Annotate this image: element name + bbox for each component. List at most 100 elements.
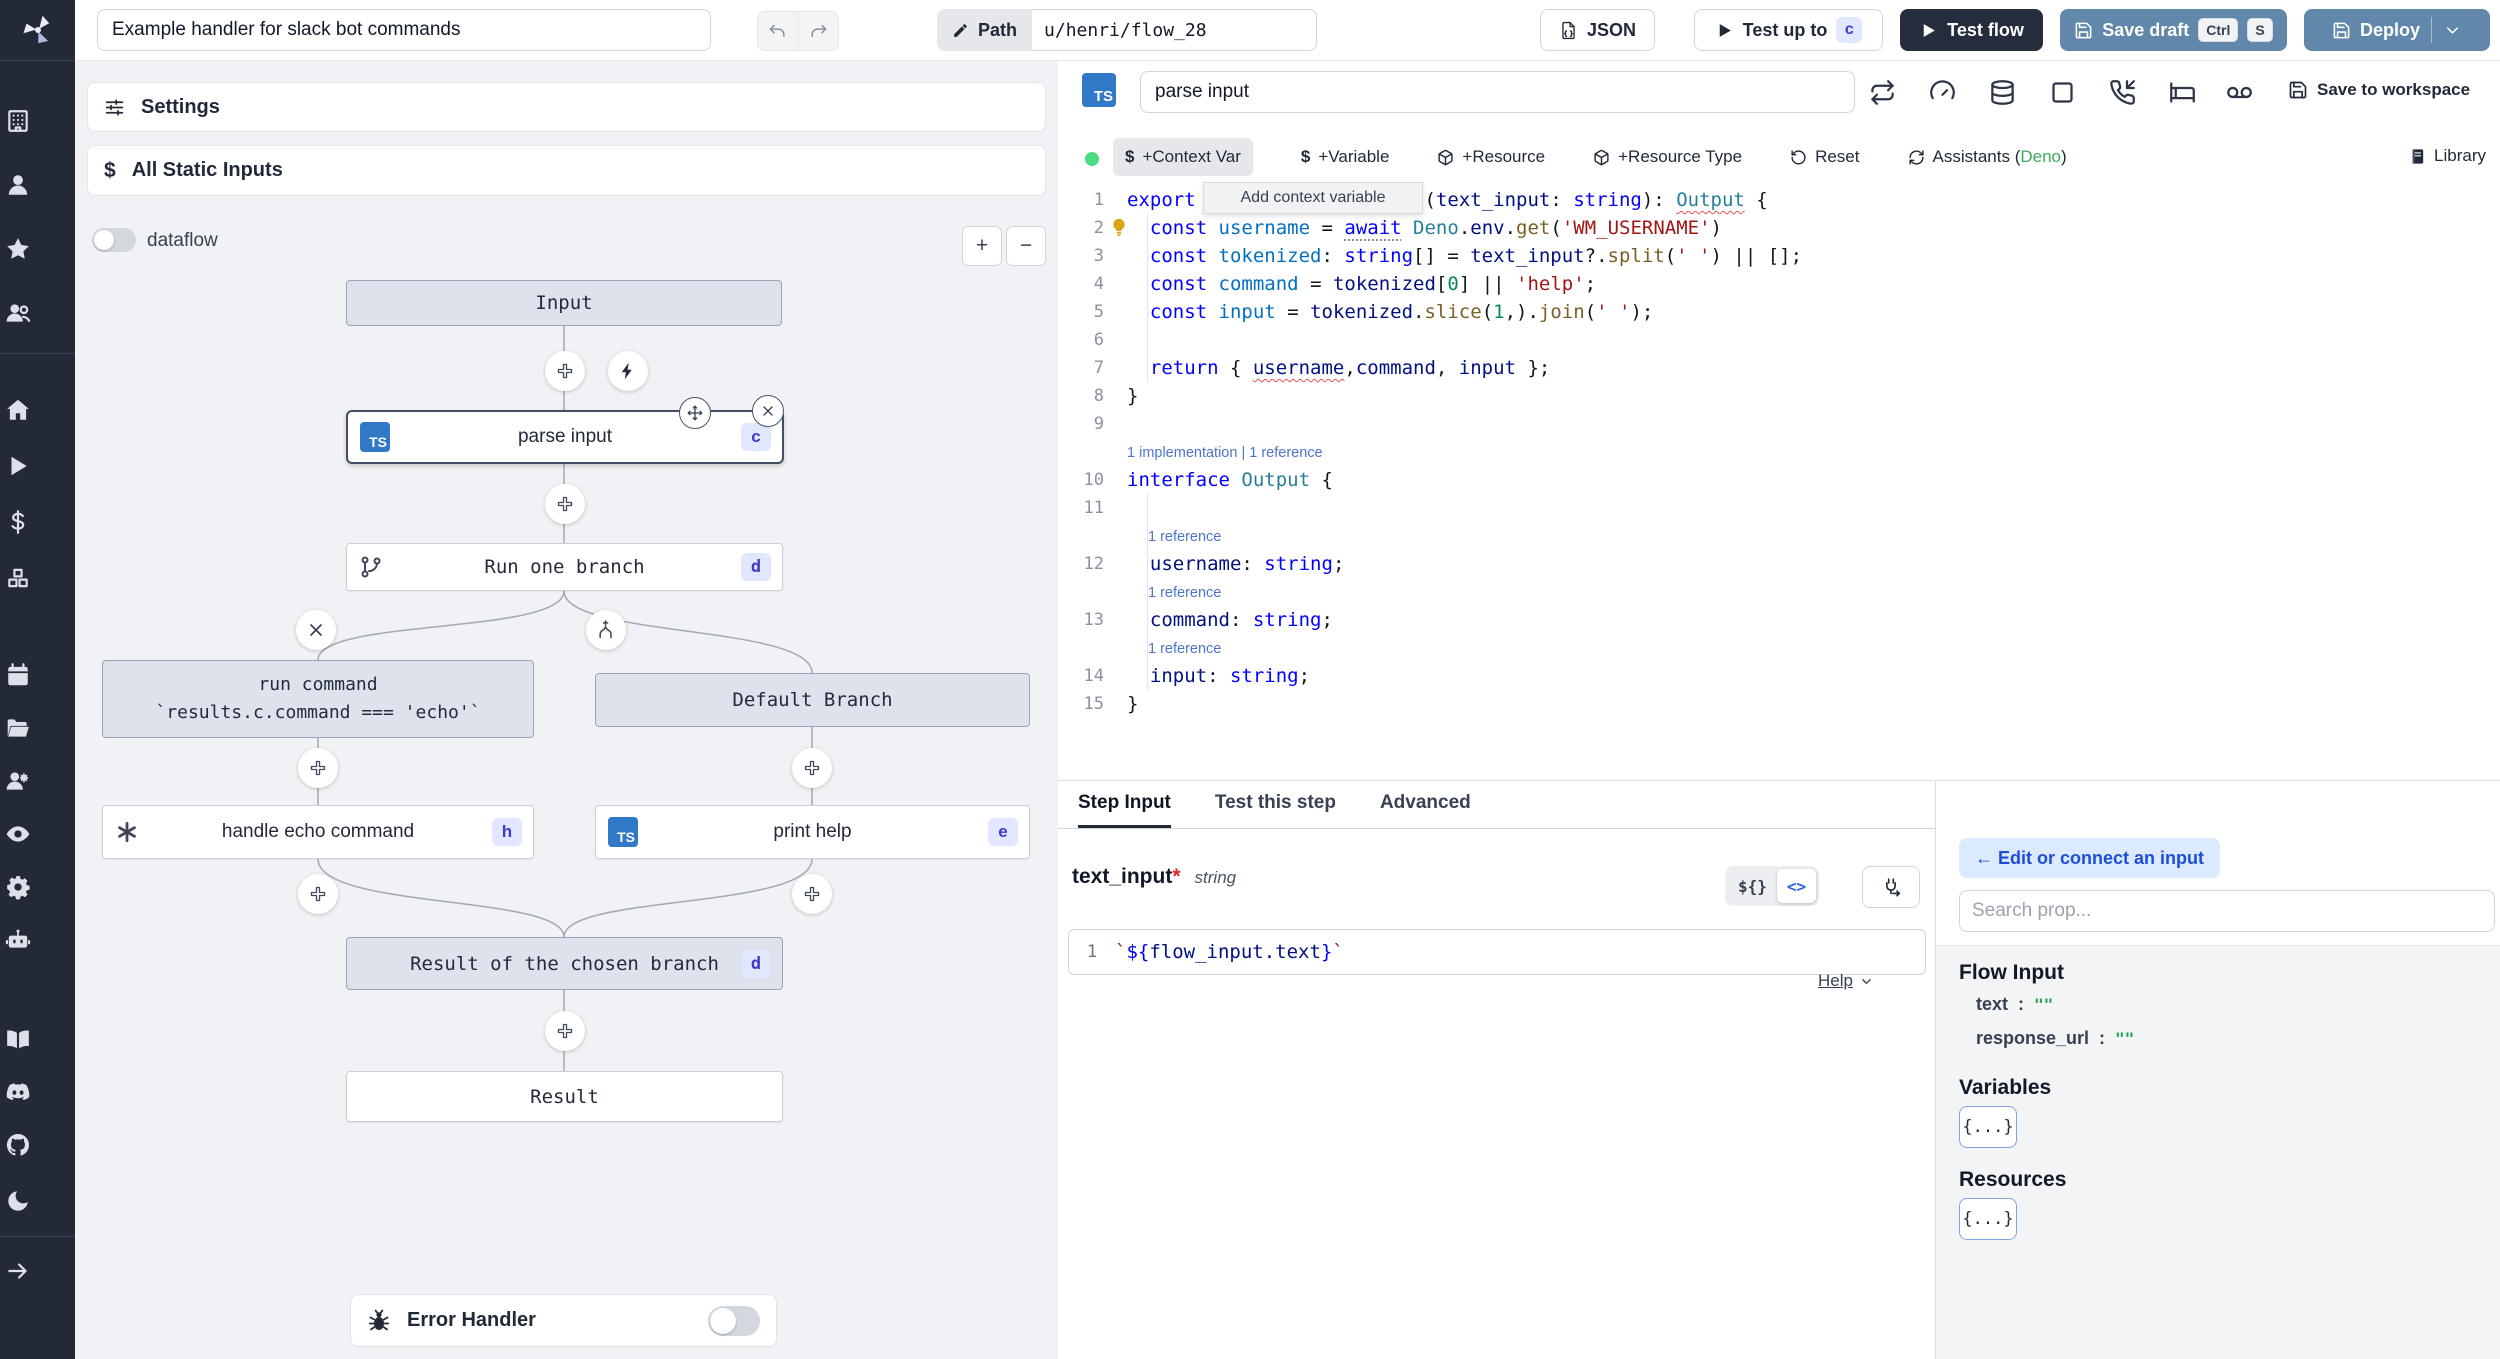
code-line[interactable]: 5 const input = tokenized.slice(1,).join… [1058,298,2500,326]
codelens[interactable]: 1 reference [1058,634,2500,662]
add-step-button[interactable] [792,874,832,914]
prop-response-url[interactable]: response_url : "" [1976,1028,2134,1049]
variables-object-chip[interactable]: {...} [1959,1106,2017,1148]
path-edit-button[interactable]: Path [937,9,1033,51]
add-variable-button[interactable]: $ +Variable [1301,147,1390,167]
windmill-logo-icon[interactable] [0,0,75,60]
code-line[interactable]: 4 const command = tokenized[0] || 'help'… [1058,270,2500,298]
template-mode-button[interactable]: ${} [1728,869,1777,903]
node-print-help[interactable]: TS print help e [595,805,1030,859]
lightbulb-icon[interactable] [1108,217,1130,239]
add-step-button[interactable] [545,351,585,391]
json-button[interactable]: JSON [1540,9,1655,51]
assistants-button[interactable]: Assistants (Deno) [1908,147,2067,167]
voicemail-icon[interactable] [2226,79,2253,106]
codelens[interactable]: 1 implementation | 1 reference [1058,438,2500,466]
expression-editor[interactable]: 1 `${flow_input.text}` [1068,929,1926,975]
node-result[interactable]: Result [346,1071,783,1122]
sidebar-eye-icon[interactable] [0,816,36,852]
bed-icon[interactable] [2169,79,2196,106]
reset-button[interactable]: Reset [1790,147,1860,167]
add-branch-button[interactable] [586,610,626,650]
sidebar-users-icon[interactable] [0,295,36,331]
add-step-button[interactable] [792,748,832,788]
node-run-one-branch[interactable]: Run one branch d [346,543,783,591]
sidebar-user-icon[interactable] [0,167,36,203]
library-button[interactable]: Library [2409,146,2486,166]
add-step-button[interactable] [545,484,585,524]
code-line[interactable]: 9 [1058,410,2500,438]
gauge-icon[interactable] [1929,79,1956,106]
code-line[interactable]: 15} [1058,690,2500,718]
code-line[interactable]: 8} [1058,382,2500,410]
delete-node-button[interactable] [752,395,784,427]
tab-advanced[interactable]: Advanced [1380,781,1471,828]
code-line[interactable]: 13 command: string; [1058,606,2500,634]
code-line[interactable]: 12 username: string; [1058,550,2500,578]
save-draft-button[interactable]: Save draft Ctrl S [2060,9,2287,51]
code-line[interactable]: 10 interface Output { [1058,466,2500,494]
sidebar-folder-open-icon[interactable] [0,710,36,746]
add-step-button[interactable] [545,1011,585,1051]
code-line[interactable]: 6 [1058,326,2500,354]
sidebar-users-cog-icon[interactable] [0,763,36,799]
code-editor[interactable]: 1export async function main(text_input: … [1058,186,2500,746]
node-branch-result[interactable]: Result of the chosen branch d [346,937,783,990]
undo-button[interactable] [758,12,798,50]
sidebar-book-open-icon[interactable] [0,1021,36,1057]
trigger-button[interactable] [608,351,648,391]
redo-button[interactable] [797,12,839,50]
node-parse-input[interactable]: TS parse input c [346,410,784,464]
node-default-branch[interactable]: Default Branch [595,673,1030,727]
add-step-button[interactable] [298,874,338,914]
move-node-button[interactable] [679,397,711,429]
add-resource-button[interactable]: +Resource [1437,147,1545,167]
flow-title-input[interactable] [97,9,711,51]
node-input[interactable]: Input [346,280,782,326]
deploy-button[interactable]: Deploy [2304,9,2490,51]
sidebar-github-icon[interactable] [0,1127,36,1163]
error-handler-toggle[interactable] [708,1305,760,1336]
path-value[interactable]: u/henri/flow_28 [1032,9,1318,51]
connect-input-button[interactable] [1862,866,1920,908]
sidebar-dollar-icon[interactable] [0,504,36,540]
sidebar-star-icon[interactable] [0,231,36,267]
sidebar-play-icon[interactable] [0,448,36,484]
code-line[interactable]: 14 input: string; [1058,662,2500,690]
add-context-var-button[interactable]: $ +Context Var [1113,138,1253,176]
resources-object-chip[interactable]: {...} [1959,1198,2017,1240]
codelens[interactable]: 1 reference [1058,578,2500,606]
codelens[interactable]: 1 reference [1058,522,2500,550]
code-line[interactable]: 7 return { username,command, input }; [1058,354,2500,382]
phone-incoming-icon[interactable] [2109,79,2136,106]
edit-or-connect-button[interactable]: ← Edit or connect an input [1959,838,2220,878]
tab-step-input[interactable]: Step Input [1078,781,1171,828]
prop-text[interactable]: text : "" [1976,994,2053,1015]
tab-test-this-step[interactable]: Test this step [1215,781,1336,828]
test-flow-button[interactable]: Test flow [1900,9,2043,51]
step-name-input[interactable] [1140,71,1855,113]
sidebar-building-icon[interactable] [0,103,36,139]
code-mode-button[interactable]: <> [1776,869,1817,903]
save-to-workspace-button[interactable]: Save to workspace [2288,80,2470,100]
sidebar-home-icon[interactable] [0,392,36,428]
node-run-command-branch[interactable]: run command `results.c.command === 'echo… [102,660,534,738]
sidebar-boxes-icon[interactable] [0,560,36,596]
error-handler-node[interactable]: Error Handler [350,1294,777,1347]
code-line[interactable]: 3 const tokenized: string[] = text_input… [1058,242,2500,270]
node-handle-echo-command[interactable]: handle echo command h [102,805,534,859]
repeat-icon[interactable] [1869,79,1896,106]
code-line[interactable]: 11 [1058,494,2500,522]
add-step-button[interactable] [298,748,338,788]
sidebar-bot-icon[interactable] [0,922,36,958]
sidebar-settings-icon[interactable] [0,869,36,905]
test-up-to-button[interactable]: Test up to c [1694,9,1883,51]
code-line[interactable]: 2 const username = await Deno.env.get('W… [1058,214,2500,242]
remove-branch-button[interactable] [296,610,336,650]
sidebar-moon-icon[interactable] [0,1183,36,1219]
square-icon[interactable] [2049,79,2076,106]
help-link[interactable]: Help [1818,971,1874,991]
sidebar-arrow-right-icon[interactable] [0,1253,36,1289]
sidebar-calendar-icon[interactable] [0,657,36,693]
sidebar-discord-icon[interactable] [0,1074,36,1110]
